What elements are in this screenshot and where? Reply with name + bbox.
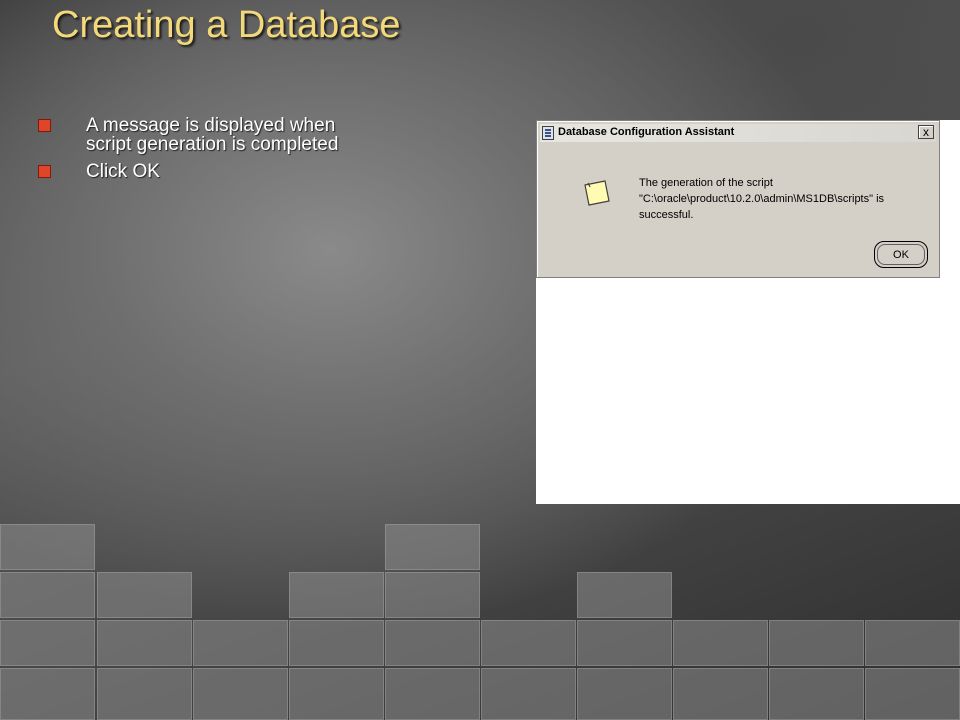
note-icon (584, 180, 610, 206)
tile (97, 572, 192, 618)
tile (481, 668, 576, 720)
tile (577, 668, 672, 720)
bullet-item: Click OK (36, 162, 366, 181)
dialog-message: The generation of the script "C:\oracle\… (639, 177, 885, 221)
dialog-title: Database Configuration Assistant (558, 126, 735, 138)
tile (865, 620, 960, 666)
tile (673, 620, 768, 666)
bullet-item: A message is displayed when script gener… (36, 116, 366, 154)
tile (481, 620, 576, 666)
tile (865, 668, 960, 720)
tile (97, 620, 192, 666)
close-button[interactable]: x (918, 125, 934, 139)
bullet-square-icon (38, 165, 51, 178)
tile (289, 620, 384, 666)
bullet-list: A message is displayed when script gener… (36, 116, 366, 189)
tile (385, 524, 480, 570)
tile (769, 620, 864, 666)
app-icon (542, 126, 554, 140)
tile (385, 668, 480, 720)
tile (0, 620, 95, 666)
decorative-tiles (0, 520, 960, 720)
tile (577, 620, 672, 666)
tile (385, 620, 480, 666)
tile (0, 524, 95, 570)
tile (385, 572, 480, 618)
dialog-titlebar[interactable]: Database Configuration Assistant x (540, 124, 936, 142)
slide-title: Creating a Database (52, 4, 401, 46)
tile (0, 668, 95, 720)
tile (577, 572, 672, 618)
bullet-text: Click OK (86, 161, 160, 182)
tile (97, 668, 192, 720)
tile (289, 668, 384, 720)
bullet-square-icon (38, 119, 51, 132)
tile (0, 572, 95, 618)
ok-button[interactable]: OK (874, 241, 928, 268)
tile (289, 572, 384, 618)
dialog-window: Database Configuration Assistant x The g… (536, 120, 940, 278)
bullet-text: A message is displayed when script gener… (86, 115, 339, 155)
tile (193, 620, 288, 666)
close-icon: x (923, 125, 929, 139)
tile (673, 668, 768, 720)
tile (769, 668, 864, 720)
tile (193, 668, 288, 720)
